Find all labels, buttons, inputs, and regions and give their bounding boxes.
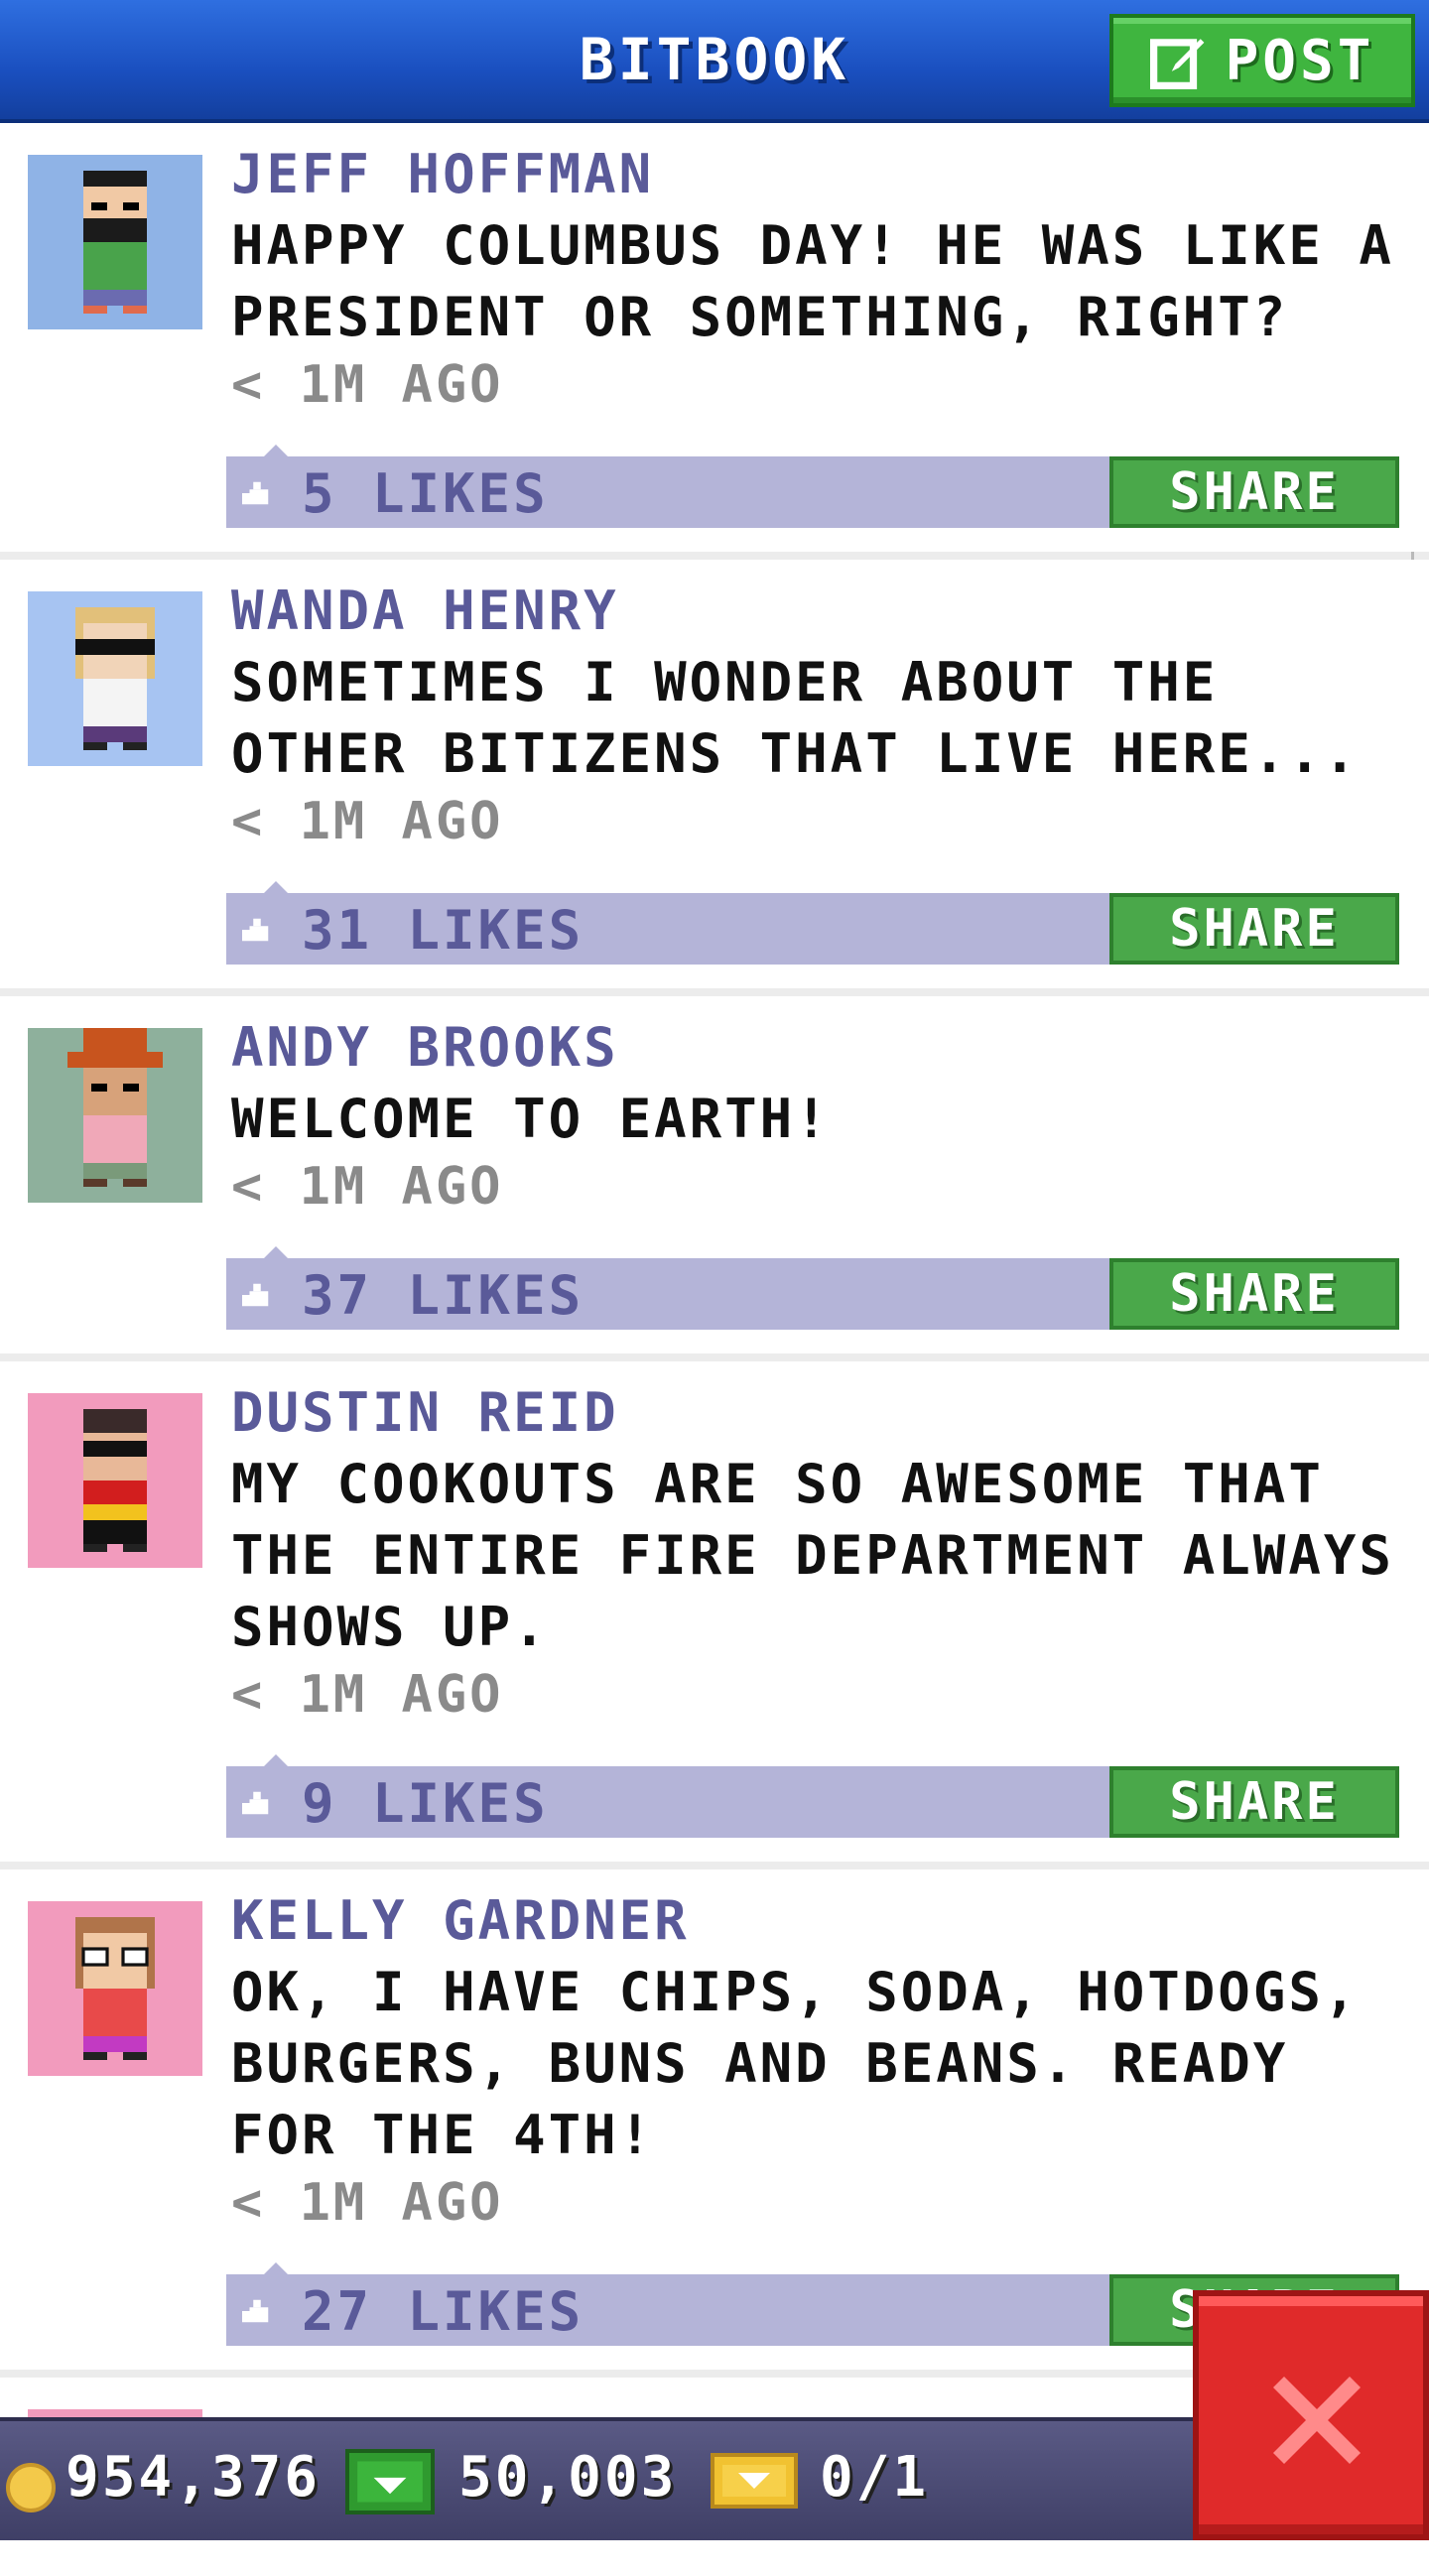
tickets-count: 0/1 [820, 2445, 930, 2510]
cash-icon [345, 2449, 435, 2514]
bux-count: 50,003 [458, 2445, 678, 2510]
share-button[interactable]: SHARE [1109, 456, 1399, 528]
post-author[interactable]: ANDY BROOKS [231, 1016, 619, 1079]
post-author[interactable]: KELLY GARDNER [231, 1889, 690, 1952]
edit-icon [1149, 39, 1204, 89]
avatar-man-hat-icon [67, 1028, 163, 1187]
likes-count: 27 LIKES [302, 2280, 585, 2343]
post-time: < 1M AGO [231, 792, 504, 851]
post-button-label: POST [1225, 28, 1375, 93]
post-author[interactable]: WANDA HENRY [231, 580, 619, 642]
bar-notch [264, 881, 288, 893]
feed-post: WANDA HENRY SOMETIMES I WONDER ABOUT THE… [0, 560, 1429, 988]
app-header: BITBOOK POST [0, 0, 1429, 123]
avatar-woman-glasses-icon [75, 1917, 155, 2060]
share-button[interactable]: SHARE [1109, 1258, 1399, 1330]
post-text: MY COOKOUTS ARE SO AWESOME THAT THE ENTI… [231, 1453, 1394, 1658]
like-bar: 5 LIKES SHARE [226, 445, 1399, 528]
post-time: < 1M AGO [231, 1665, 504, 1725]
likes-count: 37 LIKES [302, 1264, 585, 1327]
close-icon [1273, 2377, 1361, 2464]
share-button[interactable]: SHARE [1109, 1766, 1399, 1838]
likes-count: 9 LIKES [302, 1772, 549, 1835]
thumbs-up-icon[interactable] [242, 1280, 272, 1310]
like-bar: 31 LIKES SHARE [226, 881, 1399, 965]
avatar[interactable] [28, 591, 202, 766]
post-author[interactable]: JEFF HOFFMAN [231, 143, 654, 205]
thumbs-up-icon[interactable] [242, 915, 272, 945]
likes-count: 31 LIKES [302, 899, 585, 962]
coin-icon [6, 2463, 56, 2512]
cash-arrow-icon [357, 2461, 423, 2503]
ticket-icon [711, 2453, 798, 2509]
thumbs-up-icon[interactable] [242, 1788, 272, 1818]
like-bar: 9 LIKES SHARE [226, 1754, 1399, 1838]
bar-notch [264, 1754, 288, 1766]
post-text: SOMETIMES I WONDER ABOUT THE OTHER BITIZ… [231, 651, 1360, 785]
avatar[interactable] [28, 155, 202, 329]
feed-post: ANDY BROOKS WELCOME TO EARTH! < 1M AGO 3… [0, 996, 1429, 1353]
coins-count: 954,376 [65, 2445, 322, 2510]
thumbs-up-icon[interactable] [242, 478, 272, 508]
post-text: HAPPY COLUMBUS DAY! HE WAS LIKE A PRESID… [231, 214, 1394, 348]
post-text: OK, I HAVE CHIPS, SODA, HOTDOGS, BURGERS… [231, 1961, 1360, 2166]
avatar[interactable] [28, 1393, 202, 1568]
post-time: < 1M AGO [231, 2173, 504, 2233]
bar-notch [264, 2262, 288, 2274]
post-author[interactable]: DUSTIN REID [231, 1381, 619, 1444]
ticket-heart-icon [722, 2465, 786, 2497]
close-button[interactable] [1193, 2290, 1429, 2540]
bar-notch [264, 1246, 288, 1258]
avatar-woman-sunglasses-icon [75, 607, 155, 750]
post-time: < 1M AGO [231, 355, 504, 415]
feed-post: JEFF HOFFMAN HAPPY COLUMBUS DAY! HE WAS … [0, 123, 1429, 552]
avatar-man-beard-icon [83, 171, 147, 314]
avatar-man-mask-icon [83, 1409, 147, 1552]
bar-notch [264, 445, 288, 456]
like-bar: 37 LIKES SHARE [226, 1246, 1399, 1330]
avatar[interactable] [28, 1901, 202, 2076]
avatar[interactable] [28, 1028, 202, 1203]
post-text: WELCOME TO EARTH! [231, 1088, 831, 1150]
feed-post: DUSTIN REID MY COOKOUTS ARE SO AWESOME T… [0, 1361, 1429, 1862]
share-button[interactable]: SHARE [1109, 893, 1399, 965]
post-time: < 1M AGO [231, 1157, 504, 1217]
likes-count: 5 LIKES [302, 462, 549, 525]
post-button[interactable]: POST [1109, 14, 1415, 107]
thumbs-up-icon[interactable] [242, 2296, 272, 2326]
